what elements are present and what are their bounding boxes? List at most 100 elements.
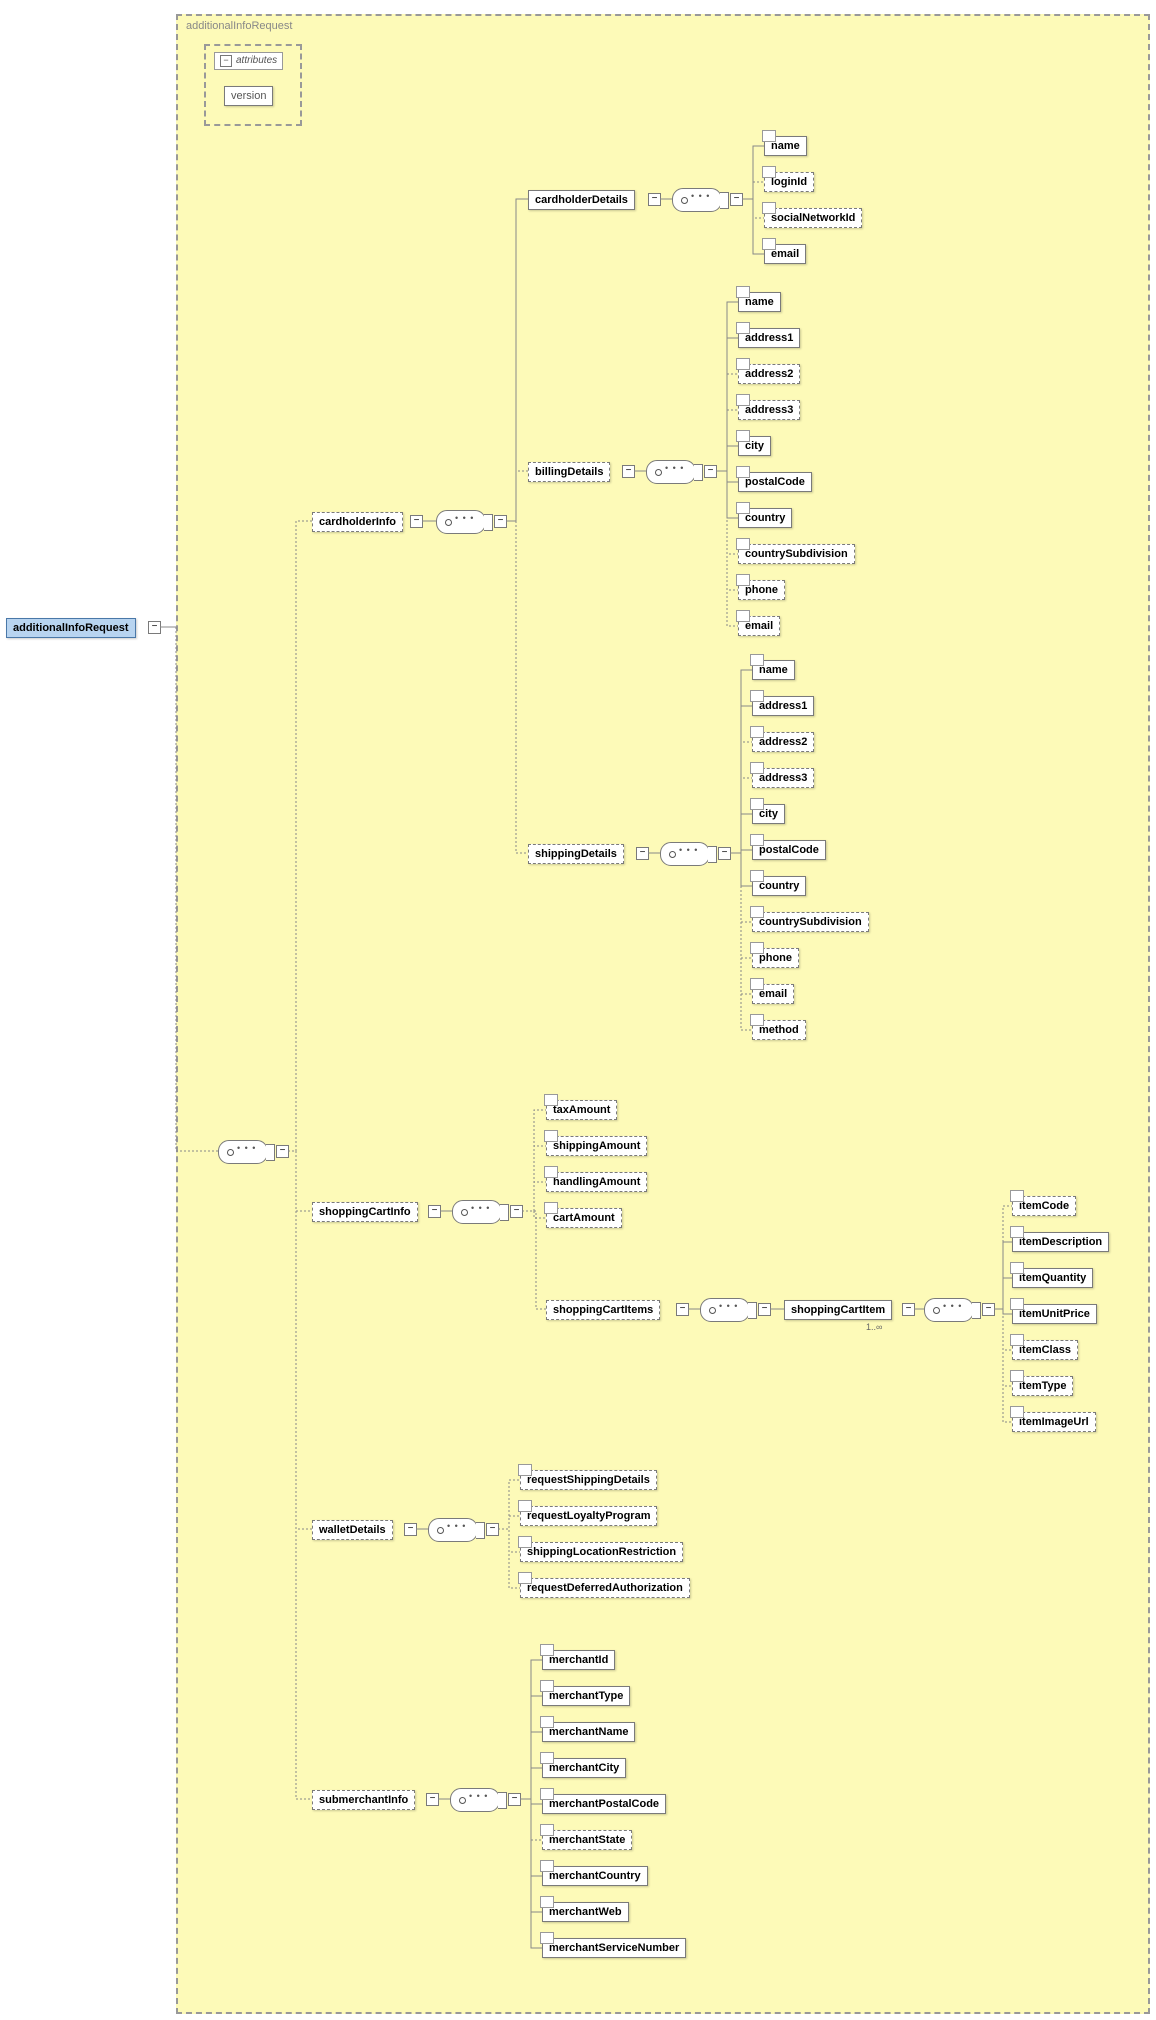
field-shippingAmount[interactable]: shippingAmount: [546, 1136, 647, 1156]
attr-marker: [540, 1932, 554, 1944]
field-shippingLocationRestriction[interactable]: shippingLocationRestriction: [520, 1542, 683, 1562]
field-merchantServiceNumber[interactable]: merchantServiceNumber: [542, 1938, 686, 1958]
shoppingCartItems[interactable]: shoppingCartItems: [546, 1300, 660, 1320]
cardholderInfo[interactable]: cardholderInfo: [312, 512, 403, 532]
field-merchantPostalCode[interactable]: merchantPostalCode: [542, 1794, 666, 1814]
field-handlingAmount[interactable]: handlingAmount: [546, 1172, 647, 1192]
field-itemDescription[interactable]: itemDescription: [1012, 1232, 1109, 1252]
attr-marker: [762, 166, 776, 178]
seq-ci-exp[interactable]: −: [494, 515, 507, 528]
attr-marker: [1010, 1190, 1024, 1202]
attr-marker: [1010, 1226, 1024, 1238]
attr-marker: [736, 574, 750, 586]
field-merchantWeb[interactable]: merchantWeb: [542, 1902, 629, 1922]
seq-sd-exp[interactable]: −: [718, 847, 731, 860]
attr-marker: [736, 610, 750, 622]
attr-marker: [736, 286, 750, 298]
scis-exp[interactable]: −: [676, 1303, 689, 1316]
sciitem-exp[interactable]: −: [902, 1303, 915, 1316]
shoppingCartInfo[interactable]: shoppingCartInfo: [312, 1202, 418, 1222]
field-countrySubdivision[interactable]: countrySubdivision: [752, 912, 869, 932]
field-requestShippingDetails[interactable]: requestShippingDetails: [520, 1470, 657, 1490]
seq-wd-exp[interactable]: −: [486, 1523, 499, 1536]
attr-marker: [736, 358, 750, 370]
attr-marker: [750, 1014, 764, 1026]
seq-sci-exp[interactable]: −: [510, 1205, 523, 1218]
attributes-label: attributes: [236, 55, 277, 66]
shippingDetails[interactable]: shippingDetails: [528, 844, 624, 864]
field-merchantName[interactable]: merchantName: [542, 1722, 635, 1742]
attr-marker: [750, 834, 764, 846]
attr-marker: [1010, 1334, 1024, 1346]
cardinality-text: 1..∞: [866, 1322, 882, 1332]
attr-marker: [544, 1130, 558, 1142]
seq-smi-exp[interactable]: −: [508, 1793, 521, 1806]
field-merchantType[interactable]: merchantType: [542, 1686, 630, 1706]
root-expand[interactable]: −: [148, 621, 161, 634]
seq-sd: [660, 842, 710, 866]
field-itemImageUrl[interactable]: itemImageUrl: [1012, 1412, 1096, 1432]
attr-marker: [762, 130, 776, 142]
seq-item-exp[interactable]: −: [982, 1303, 995, 1316]
attr-marker: [750, 870, 764, 882]
attr-marker: [750, 726, 764, 738]
attr-marker: [736, 502, 750, 514]
field-merchantCountry[interactable]: merchantCountry: [542, 1866, 648, 1886]
sd-exp[interactable]: −: [636, 847, 649, 860]
root-node[interactable]: additionalInfoRequest: [6, 618, 136, 638]
seq-bd-exp[interactable]: −: [704, 465, 717, 478]
seq-smi: [450, 1788, 500, 1812]
field-socialNetworkId[interactable]: socialNetworkId: [764, 208, 862, 228]
attr-marker: [750, 690, 764, 702]
field-countrySubdivision[interactable]: countrySubdivision: [738, 544, 855, 564]
wd-exp[interactable]: −: [404, 1523, 417, 1536]
field-requestDeferredAuthorization[interactable]: requestDeferredAuthorization: [520, 1578, 690, 1598]
sci-exp[interactable]: −: [428, 1205, 441, 1218]
attr-marker: [518, 1500, 532, 1512]
attr-marker: [1010, 1370, 1024, 1382]
attr-marker: [750, 654, 764, 666]
seq-scis: [700, 1298, 750, 1322]
attr-marker: [540, 1824, 554, 1836]
seq-bd: [646, 460, 696, 484]
seq-root-exp[interactable]: −: [276, 1145, 289, 1158]
seq-cd-exp[interactable]: −: [730, 193, 743, 206]
attr-marker: [518, 1536, 532, 1548]
attr-marker: [736, 322, 750, 334]
attr-marker: [518, 1464, 532, 1476]
version-attr: version: [224, 86, 273, 106]
attr-marker: [518, 1572, 532, 1584]
field-requestLoyaltyProgram[interactable]: requestLoyaltyProgram: [520, 1506, 657, 1526]
diagram-canvas: additionalInfoRequest −attributes versio…: [0, 0, 1156, 2020]
attr-marker: [736, 466, 750, 478]
seq-scis-exp[interactable]: −: [758, 1303, 771, 1316]
cardholderDetails[interactable]: cardholderDetails: [528, 190, 635, 210]
field-merchantState[interactable]: merchantState: [542, 1830, 632, 1850]
shoppingCartItem[interactable]: shoppingCartItem: [784, 1300, 892, 1320]
attributes-box: −attributes: [214, 52, 283, 70]
attr-marker: [540, 1716, 554, 1728]
minus-icon: −: [220, 55, 232, 67]
walletDetails[interactable]: walletDetails: [312, 1520, 393, 1540]
attr-marker: [736, 538, 750, 550]
billingDetails[interactable]: billingDetails: [528, 462, 610, 482]
attr-marker: [1010, 1406, 1024, 1418]
attr-marker: [544, 1166, 558, 1178]
attr-marker: [544, 1094, 558, 1106]
field-merchantCity[interactable]: merchantCity: [542, 1758, 626, 1778]
attr-marker: [540, 1896, 554, 1908]
ci-exp[interactable]: −: [410, 515, 423, 528]
cd-exp[interactable]: −: [648, 193, 661, 206]
outer-dash: [176, 14, 1150, 2014]
seq-wd: [428, 1518, 478, 1542]
field-itemUnitPrice[interactable]: itemUnitPrice: [1012, 1304, 1097, 1324]
submerchantInfo[interactable]: submerchantInfo: [312, 1790, 415, 1810]
attr-marker: [1010, 1298, 1024, 1310]
attr-marker: [750, 798, 764, 810]
bd-exp[interactable]: −: [622, 465, 635, 478]
attr-marker: [540, 1680, 554, 1692]
attr-marker: [540, 1788, 554, 1800]
smi-exp[interactable]: −: [426, 1793, 439, 1806]
attr-marker: [540, 1644, 554, 1656]
field-itemQuantity[interactable]: itemQuantity: [1012, 1268, 1093, 1288]
